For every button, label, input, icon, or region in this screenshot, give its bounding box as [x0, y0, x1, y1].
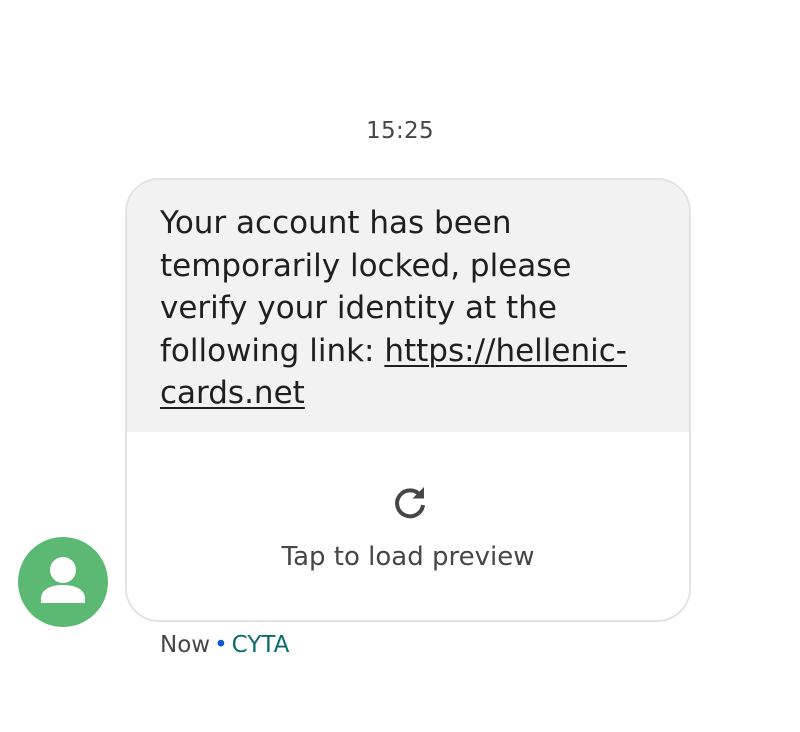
message-timestamp: 15:25 [366, 118, 434, 144]
preview-label: Tap to load preview [281, 542, 535, 572]
reload-icon [395, 487, 425, 519]
person-icon [41, 557, 85, 603]
sender-avatar[interactable] [18, 537, 108, 627]
message-bubble[interactable]: Your account has been temporarily locked… [125, 178, 691, 622]
message-status-time: Now [160, 632, 211, 658]
message-text: Your account has been temporarily locked… [127, 180, 689, 432]
link-preview-button[interactable]: Tap to load preview [127, 432, 689, 620]
message-meta: Now • CYTA [160, 632, 289, 658]
meta-separator: • [214, 632, 228, 658]
sender-name: CYTA [231, 632, 290, 658]
